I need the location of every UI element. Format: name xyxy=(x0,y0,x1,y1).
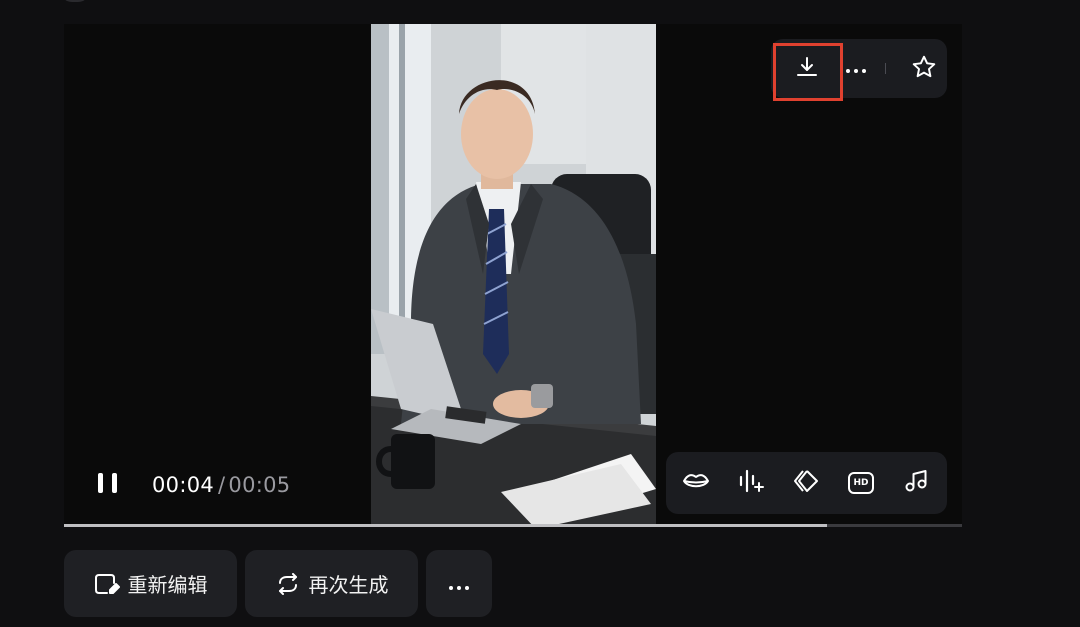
more-horizontal-icon xyxy=(844,59,868,78)
current-time: 00:04 xyxy=(152,473,215,497)
hd-label: HD xyxy=(853,478,869,488)
playback-controls: 00:04/00:05 xyxy=(96,470,290,500)
more-horizontal-icon xyxy=(447,572,471,596)
reedit-button[interactable]: 重新编辑 xyxy=(64,550,237,617)
more-actions-button[interactable] xyxy=(426,550,492,617)
refresh-icon xyxy=(275,572,301,595)
action-row: 重新编辑 再次生成 xyxy=(64,550,492,617)
pause-button[interactable] xyxy=(96,473,120,497)
diamond-arrows-icon xyxy=(792,467,820,499)
hd-upscale-button[interactable]: HD xyxy=(839,452,883,514)
time-separator: / xyxy=(218,473,226,497)
edit-icon xyxy=(94,572,120,596)
hd-icon: HD xyxy=(847,471,875,495)
progress-bar[interactable] xyxy=(64,524,962,527)
download-icon xyxy=(795,55,819,83)
lip-sync-button[interactable] xyxy=(674,452,718,514)
regenerate-button[interactable]: 再次生成 xyxy=(245,550,418,617)
video-player[interactable]: 00:04/00:05 HD xyxy=(64,24,962,527)
more-options-button[interactable] xyxy=(843,39,869,98)
music-note-icon xyxy=(903,468,929,498)
music-button[interactable] xyxy=(894,452,938,514)
lips-icon xyxy=(682,471,710,495)
transition-button[interactable] xyxy=(784,452,828,514)
regenerate-label: 再次生成 xyxy=(308,573,389,597)
voice-enhance-button[interactable] xyxy=(729,452,773,514)
download-button[interactable] xyxy=(771,39,843,98)
favorite-button[interactable] xyxy=(901,39,947,98)
voice-sparkle-icon xyxy=(737,468,765,498)
video-frame xyxy=(371,24,656,524)
toolbar-divider xyxy=(885,63,886,74)
time-display: 00:04/00:05 xyxy=(152,473,290,497)
star-icon xyxy=(911,54,937,84)
top-toolbar xyxy=(771,39,947,101)
edit-toolbar: HD xyxy=(666,452,947,514)
total-time: 00:05 xyxy=(228,473,291,497)
pause-icon xyxy=(96,472,120,498)
top-avatar-edge xyxy=(60,0,90,2)
reedit-label: 重新编辑 xyxy=(127,573,208,597)
progress-fill xyxy=(64,524,828,527)
